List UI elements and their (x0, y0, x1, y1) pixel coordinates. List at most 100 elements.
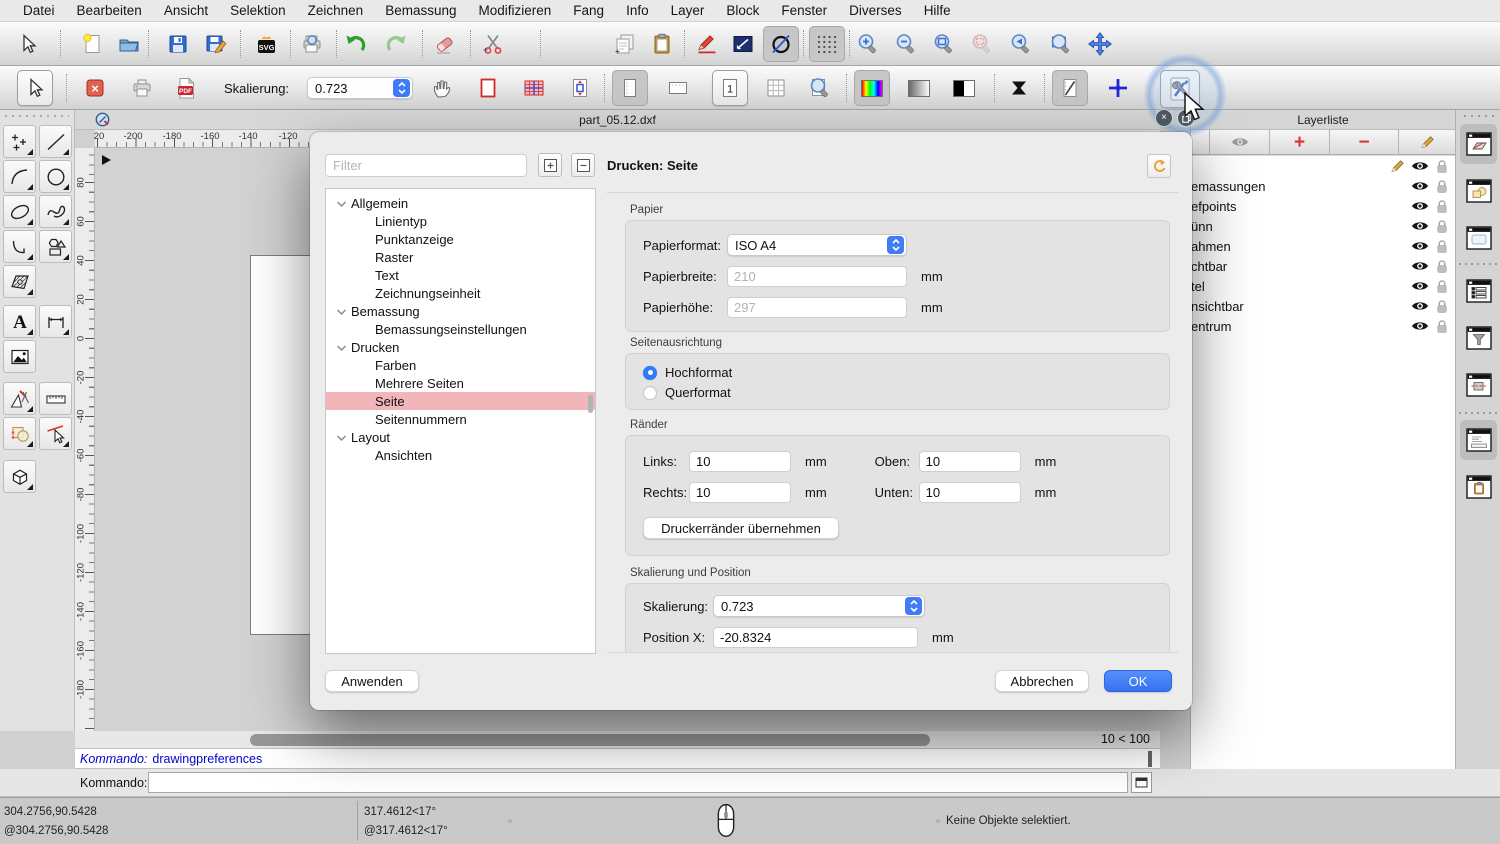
links-input[interactable] (689, 451, 791, 472)
copy-button[interactable] (607, 26, 643, 62)
portrait-button[interactable] (612, 70, 648, 106)
menu-selektion[interactable]: Selektion (219, 3, 297, 18)
undo-button[interactable] (338, 26, 374, 62)
lock-icon[interactable] (1436, 319, 1448, 333)
edit-layer-button[interactable] (1399, 130, 1455, 154)
stepper-icon[interactable] (905, 597, 922, 615)
selection-filter-toggle-button[interactable] (1460, 318, 1497, 358)
layer-row[interactable]: entrum (1191, 316, 1455, 336)
polyline-tools-button[interactable] (3, 230, 36, 263)
tree-item-layout[interactable]: Layout (326, 428, 595, 446)
zoom-page-button[interactable] (802, 70, 838, 106)
stepper-icon[interactable] (393, 79, 410, 97)
menu-fang[interactable]: Fang (562, 3, 615, 18)
tree-item-punktanzeige[interactable]: Punktanzeige (326, 230, 595, 248)
layer-row[interactable]: nsichtbar (1191, 296, 1455, 316)
tree-item-zeichnungseinheit[interactable]: Zeichnungseinheit (326, 284, 595, 302)
view-panel-toggle-button[interactable] (1460, 218, 1497, 258)
eye-icon[interactable] (1411, 300, 1429, 312)
paste-button[interactable] (644, 26, 680, 62)
print-preview-button[interactable] (294, 26, 330, 62)
arc-tools-button[interactable] (3, 160, 36, 193)
lock-icon[interactable] (1436, 199, 1448, 213)
lock-icon[interactable] (1436, 259, 1448, 273)
tree-item-farben[interactable]: Farben (326, 356, 595, 374)
layer-row[interactable]: emassungen (1191, 176, 1455, 196)
new-file-button[interactable] (74, 26, 110, 62)
menu-bemassung[interactable]: Bemassung (374, 3, 467, 18)
line-tool-button[interactable] (725, 26, 761, 62)
image-tools-button[interactable] (3, 340, 36, 373)
menu-datei[interactable]: Datei (12, 3, 66, 18)
spline-tools-button[interactable] (39, 195, 72, 228)
lock-icon[interactable] (1436, 239, 1448, 253)
overlay-close-button[interactable]: × (1156, 110, 1172, 126)
layer-row[interactable]: tel (1191, 276, 1455, 296)
select-tool-button[interactable] (10, 26, 46, 62)
line-tools-button[interactable] (39, 125, 72, 158)
layer-row[interactable]: ahmen (1191, 236, 1455, 256)
clipboard-panel-toggle-button[interactable] (1460, 467, 1497, 507)
tree-item-bemassung[interactable]: Bemassung (326, 302, 595, 320)
preview-select-tool-button[interactable] (17, 70, 53, 106)
cancel-button[interactable]: Abbrechen (995, 670, 1089, 692)
cut-button[interactable] (475, 26, 511, 62)
snap-panel-toggle-button[interactable] (1460, 365, 1497, 405)
eye-icon[interactable] (1411, 160, 1429, 172)
lock-icon[interactable] (1436, 299, 1448, 313)
tree-item-seite[interactable]: Seite (326, 392, 595, 410)
page-diagonal-button[interactable] (1052, 70, 1088, 106)
point-tools-button[interactable] (3, 125, 36, 158)
circle-tools-button[interactable] (39, 160, 72, 193)
menu-bearbeiten[interactable]: Bearbeiten (66, 3, 153, 18)
tree-item-bemassungseinstellungen[interactable]: Bemassungseinstellungen (326, 320, 595, 338)
circle-tool-button[interactable] (763, 26, 799, 62)
filter-input[interactable] (325, 154, 527, 177)
oben-input[interactable] (918, 451, 1021, 472)
expand-all-button[interactable] (538, 153, 562, 177)
menu-modifizieren[interactable]: Modifizieren (468, 3, 563, 18)
layer-row[interactable]: ünn (1191, 216, 1455, 236)
tree-item-allgemein[interactable]: Allgemein (326, 194, 595, 212)
save-button[interactable] (160, 26, 196, 62)
radio-selected-icon[interactable] (643, 365, 657, 380)
apply-button[interactable]: Anwenden (325, 670, 419, 692)
rechts-input[interactable] (689, 482, 791, 503)
open-file-button[interactable] (111, 26, 147, 62)
add-layer-button[interactable]: + (1270, 130, 1330, 154)
multiple-pages-button[interactable] (516, 70, 552, 106)
layer-row-current[interactable] (1191, 156, 1455, 176)
ellipse-tools-button[interactable] (3, 195, 36, 228)
grayscale-button[interactable] (901, 70, 937, 106)
command-line-toggle-button[interactable] (1460, 420, 1497, 460)
close-preview-button[interactable]: × (77, 70, 113, 106)
command-options-button[interactable] (1131, 772, 1152, 793)
tree-item-linientyp[interactable]: Linientyp (326, 212, 595, 230)
hochformat-option[interactable]: Hochformat (626, 365, 1169, 380)
auto-fit-page-button[interactable] (562, 70, 598, 106)
scale-combobox[interactable]: 0.723 (307, 77, 413, 99)
drag-handle[interactable] (1464, 115, 1494, 117)
page-borders-button[interactable] (470, 70, 506, 106)
dimension-tools-button[interactable] (39, 305, 72, 338)
layer-row[interactable]: chtbar (1191, 256, 1455, 276)
zoom-in-button[interactable] (850, 26, 886, 62)
document-titlebar[interactable]: part_05.12.dxf (75, 110, 1160, 130)
zoom-selection-button[interactable] (964, 26, 1000, 62)
unten-input[interactable] (918, 482, 1021, 503)
block-panel-toggle-button[interactable] (1460, 171, 1497, 211)
crosshair-button[interactable] (1100, 70, 1136, 106)
full-color-button[interactable] (854, 70, 890, 106)
zoom-window-button[interactable] (1043, 26, 1079, 62)
tree-item-mehrere-seiten[interactable]: Mehrere Seiten (326, 374, 595, 392)
eye-icon[interactable] (1411, 260, 1429, 272)
tree-item-ansichten[interactable]: Ansichten (326, 446, 595, 464)
erase-button[interactable] (427, 26, 463, 62)
printer-margins-button[interactable]: Druckerränder übernehmen (643, 517, 839, 539)
shape-tools-button[interactable] (39, 230, 72, 263)
redo-button[interactable] (378, 26, 414, 62)
pdf-export-button[interactable]: PDF (168, 70, 204, 106)
blackwhite-button[interactable] (946, 70, 982, 106)
dialog-scale-combobox[interactable]: 0.723 (713, 595, 925, 617)
pan-hand-button[interactable] (424, 70, 460, 106)
